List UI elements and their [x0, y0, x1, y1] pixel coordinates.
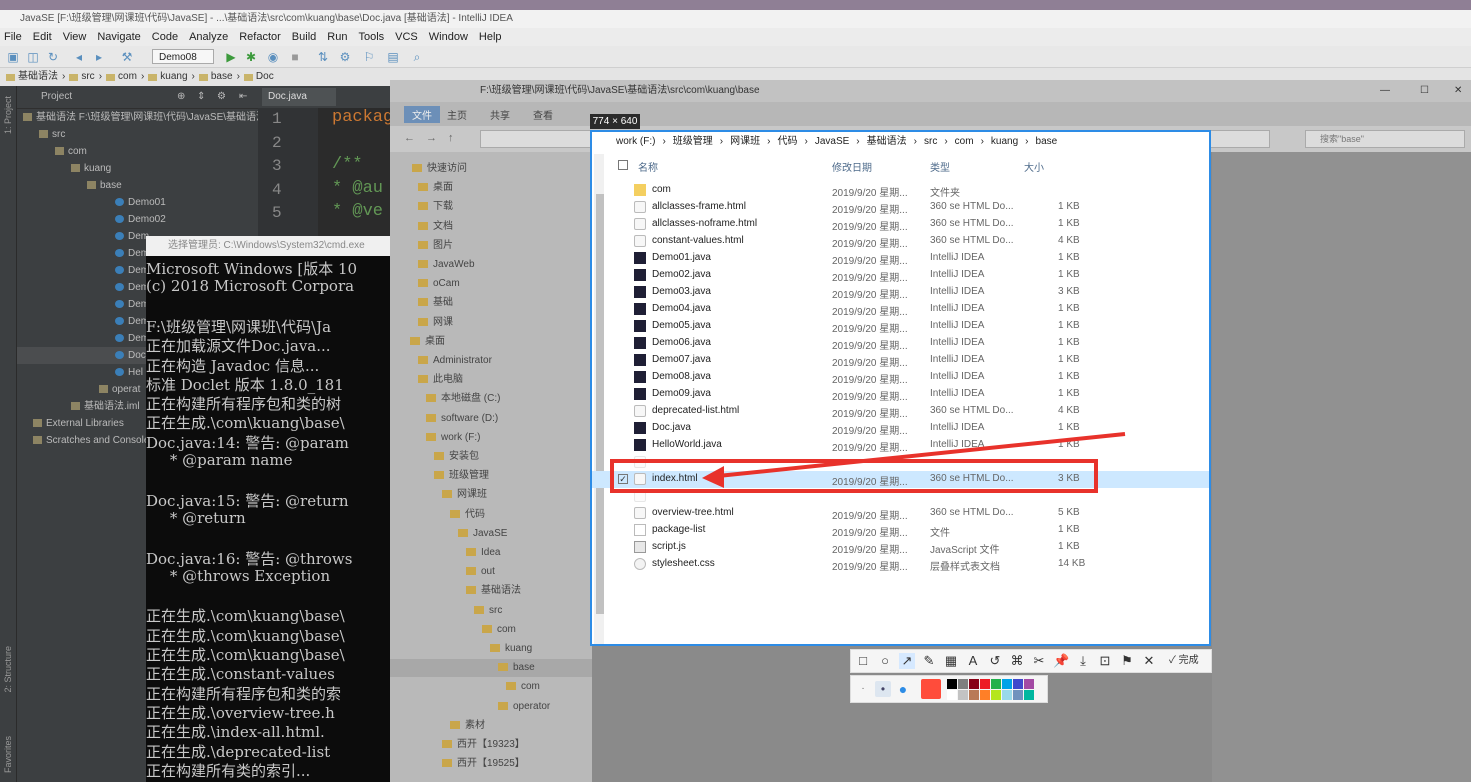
color-swatch[interactable] — [991, 690, 1001, 700]
color-swatch[interactable] — [1002, 690, 1012, 700]
color-swatch[interactable] — [1013, 690, 1023, 700]
size-large-icon[interactable]: ● — [895, 681, 911, 697]
color-swatch[interactable] — [958, 679, 968, 689]
color-swatch[interactable] — [980, 679, 990, 689]
color-swatch[interactable] — [1002, 679, 1012, 689]
annotation-arrow — [702, 432, 1126, 488]
size-small-icon[interactable]: · — [855, 681, 871, 697]
color-swatch[interactable] — [969, 690, 979, 700]
color-swatch[interactable] — [980, 690, 990, 700]
download-icon[interactable]: ⤓ — [1075, 653, 1091, 669]
current-color-swatch[interactable] — [921, 679, 941, 699]
color-swatch[interactable] — [991, 679, 1001, 689]
ellipse-tool-icon[interactable]: ○ — [877, 653, 893, 669]
pin-icon[interactable]: 📌 — [1053, 653, 1069, 669]
color-swatch[interactable] — [1024, 679, 1034, 689]
arrow-head — [702, 466, 724, 488]
color-palette: · • ● — [850, 675, 1048, 703]
color-swatch[interactable] — [1024, 690, 1034, 700]
text-tool-icon[interactable]: A — [965, 653, 981, 669]
size-medium-icon[interactable]: • — [875, 681, 891, 697]
ocr-icon[interactable]: ✂ — [1031, 653, 1047, 669]
done-button[interactable]: ✓ 完成 — [1169, 653, 1199, 669]
color-swatch[interactable] — [958, 690, 968, 700]
share-icon[interactable]: ⚑ — [1119, 653, 1135, 669]
mosaic-tool-icon[interactable]: ▦ — [943, 653, 959, 669]
undo-icon[interactable]: ↺ — [987, 653, 1003, 669]
rectangle-tool-icon[interactable]: □ — [855, 653, 871, 669]
cancel-icon[interactable]: ✕ — [1141, 653, 1157, 669]
arrow-tool-icon[interactable]: ↗ — [899, 653, 915, 669]
arrow-shaft — [717, 432, 1126, 478]
save-icon[interactable]: ⊡ — [1097, 653, 1113, 669]
snip-toolbar: ✓ 完成 □ ○ ↗ ✎ ▦ A ↺ ⌘ ✂ 📌 ⤓ ⊡ ⚑ ✕ — [850, 649, 1212, 673]
color-swatch[interactable] — [1013, 679, 1023, 689]
color-swatch[interactable] — [947, 679, 957, 689]
pencil-tool-icon[interactable]: ✎ — [921, 653, 937, 669]
color-swatch[interactable] — [947, 690, 957, 700]
translate-icon[interactable]: ⌘ — [1009, 653, 1025, 669]
color-swatch[interactable] — [969, 679, 979, 689]
